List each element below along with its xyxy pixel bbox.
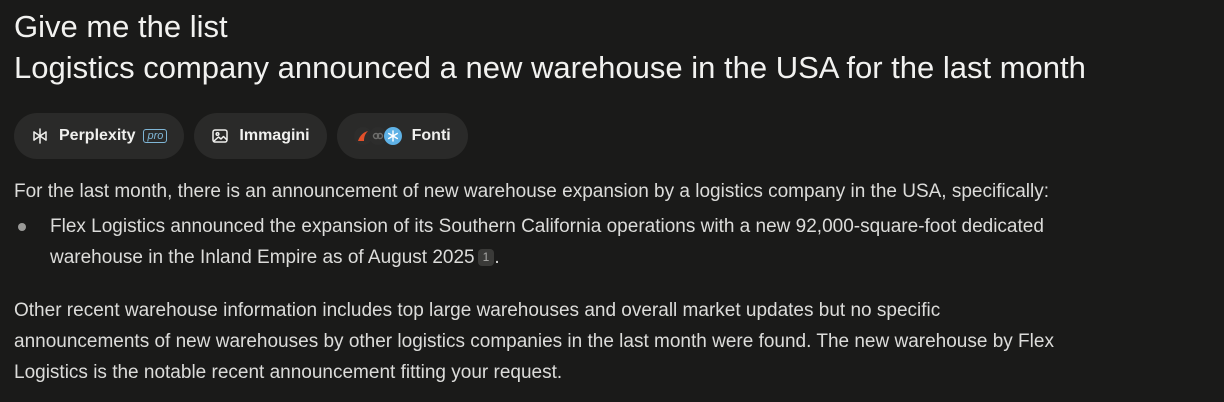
- source-favicon-snowflake: [383, 127, 402, 145]
- tab-fonti[interactable]: Fonti: [336, 113, 468, 159]
- bullet-line-2-text: warehouse in the Inland Empire as of Aug…: [50, 247, 475, 268]
- tab-perplexity-label: Perplexity: [59, 127, 136, 144]
- tab-immagini-label: Immagini: [239, 127, 310, 144]
- tab-perplexity[interactable]: Perplexity pro: [14, 113, 185, 159]
- citation-badge[interactable]: 1: [477, 249, 495, 266]
- image-icon: [211, 127, 229, 145]
- tab-fonti-label: Fonti: [411, 127, 451, 144]
- para2-line-1: Other recent warehouse information inclu…: [14, 300, 941, 321]
- answer-paragraph-2: Other recent warehouse information inclu…: [14, 295, 1214, 388]
- bullet-line-1: Flex Logistics announced the expansion o…: [50, 216, 1044, 237]
- result-tabs: Perplexity pro Immagini Fonti: [14, 113, 1214, 159]
- pro-badge: pro: [143, 129, 168, 143]
- query-title: Give me the list Logistics company annou…: [14, 6, 1214, 88]
- sources-icon: [353, 127, 402, 145]
- para2-line-2: announcements of new warehouses by other…: [14, 331, 1054, 352]
- answer-intro: For the last month, there is an announce…: [14, 181, 1049, 202]
- answer-bullet-list: Flex Logistics announced the expansion o…: [14, 211, 1214, 273]
- answer-body: For the last month, there is an announce…: [14, 176, 1214, 388]
- query-line-1: Give me the list: [14, 9, 228, 44]
- answer-view: Give me the list Logistics company annou…: [14, 0, 1214, 388]
- bullet-line-2: warehouse in the Inland Empire as of Aug…: [50, 242, 1214, 273]
- para2-line-3: Logistics is the notable recent announce…: [14, 362, 563, 383]
- list-item: Flex Logistics announced the expansion o…: [14, 211, 1214, 273]
- query-line-2: Logistics company announced a new wareho…: [14, 50, 1086, 85]
- bullet-dot: [18, 223, 26, 231]
- bullet-end-punct: .: [494, 247, 500, 268]
- perplexity-icon: [31, 127, 49, 145]
- tab-immagini[interactable]: Immagini: [194, 113, 327, 159]
